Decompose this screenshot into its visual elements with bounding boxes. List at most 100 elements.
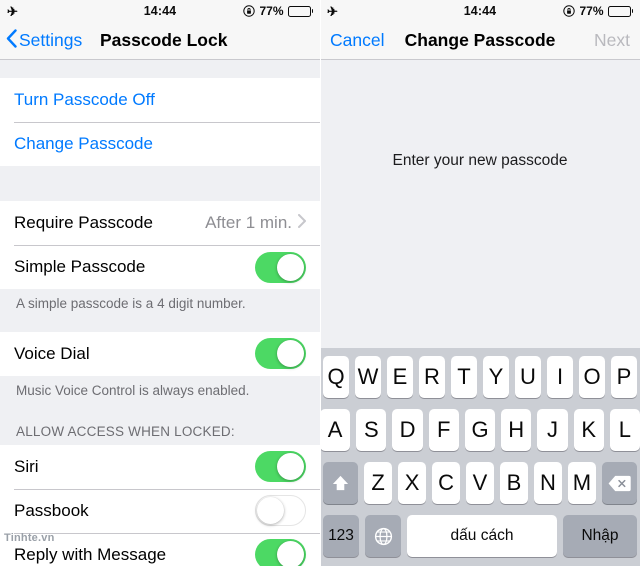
status-bar-right-group: 77% <box>243 4 313 18</box>
toggle-knob <box>277 541 304 566</box>
keyboard-row-4: 123 dấu cách Nhập <box>320 515 640 557</box>
footer-simple-passcode: A simple passcode is a 4 digit number. <box>0 289 320 317</box>
battery-icon <box>287 5 313 17</box>
row-turn-passcode-off[interactable]: Turn Passcode Off <box>0 78 320 122</box>
key-o[interactable]: O <box>579 356 605 398</box>
list-gap-1 <box>0 166 320 201</box>
key-l[interactable]: L <box>609 409 640 451</box>
globe-language-icon <box>374 527 393 546</box>
toggle-knob <box>257 497 284 525</box>
key-b[interactable]: B <box>499 462 528 504</box>
nav-bar-right: Cancel Change Passcode Next <box>320 22 640 60</box>
key-a[interactable]: A <box>320 409 351 451</box>
group-passcode-options: Require Passcode After 1 min. Simple Pas… <box>0 201 320 289</box>
row-siri: Siri <box>0 444 320 489</box>
toggle-simple-passcode[interactable] <box>255 251 306 283</box>
key-j[interactable]: J <box>537 409 568 451</box>
nav-bar-left: Settings Passcode Lock <box>0 22 320 60</box>
key-u[interactable]: U <box>515 356 541 398</box>
status-bar-left: ✈ 14:44 77% <box>0 0 320 22</box>
onscreen-keyboard: Q W E R T Y U I O P A S D F G H J K L Z … <box>320 348 640 566</box>
toggle-passbook[interactable] <box>255 495 306 527</box>
right-phone-change-passcode-screen: ✈ 14:44 77% Cancel Change Passcode Next … <box>320 0 640 566</box>
key-i[interactable]: I <box>547 356 573 398</box>
keyboard-row-1: Q W E R T Y U I O P <box>320 356 640 398</box>
row-label: Require Passcode <box>14 213 153 232</box>
back-button-label: Settings <box>19 30 83 50</box>
footer-voice-dial: Music Voice Control is always enabled. <box>0 375 320 404</box>
toggle-knob <box>277 453 304 481</box>
chevron-left-icon <box>6 28 17 53</box>
key-s[interactable]: S <box>356 409 387 451</box>
toggle-reply-with-message[interactable] <box>255 539 306 566</box>
shift-key[interactable] <box>323 462 359 504</box>
key-y[interactable]: Y <box>483 356 509 398</box>
row-simple-passcode: Simple Passcode <box>0 245 320 289</box>
dual-phone-screenshot: ✈ 14:44 77% Settings Passcode Lock Turn … <box>0 0 640 566</box>
key-w[interactable]: W <box>355 356 381 398</box>
phone-divider <box>320 0 321 566</box>
battery-percent-label: 77% <box>579 4 604 18</box>
toggle-siri[interactable] <box>255 451 306 483</box>
left-phone-passcode-lock-screen: ✈ 14:44 77% Settings Passcode Lock Turn … <box>0 0 320 566</box>
key-q[interactable]: Q <box>323 356 349 398</box>
group-allow-access: Siri Passbook Reply with Message <box>0 444 320 566</box>
key-z[interactable]: Z <box>364 462 393 504</box>
globe-key[interactable] <box>365 515 401 557</box>
space-key[interactable]: dấu cách <box>407 515 557 557</box>
key-t[interactable]: T <box>451 356 477 398</box>
row-change-passcode[interactable]: Change Passcode <box>0 122 320 166</box>
group-passcode-actions: Turn Passcode Off Change Passcode <box>0 78 320 166</box>
key-f[interactable]: F <box>428 409 459 451</box>
toggle-knob <box>277 253 304 281</box>
group-voice-dial: Voice Dial <box>0 331 320 376</box>
row-voice-dial: Voice Dial <box>0 331 320 376</box>
row-label: Voice Dial <box>14 343 90 363</box>
rotation-lock-icon <box>243 5 256 17</box>
row-label: Passbook <box>14 500 89 520</box>
keyboard-row-3: Z X C V B N M <box>320 462 640 504</box>
row-label: Reply with Message <box>14 544 167 564</box>
key-x[interactable]: X <box>398 462 427 504</box>
enter-key[interactable]: Nhập <box>563 515 637 557</box>
key-h[interactable]: H <box>501 409 532 451</box>
row-label: Simple Passcode <box>14 257 146 276</box>
rotation-lock-icon <box>563 5 576 17</box>
row-require-passcode[interactable]: Require Passcode After 1 min. <box>0 201 320 245</box>
row-reply-with-message: Reply with Message <box>0 532 320 566</box>
key-n[interactable]: N <box>533 462 562 504</box>
toggle-voice-dial[interactable] <box>255 338 306 370</box>
key-e[interactable]: E <box>387 356 413 398</box>
row-passbook: Passbook <box>0 488 320 533</box>
cancel-button[interactable]: Cancel <box>320 30 384 51</box>
keyboard-row-2: A S D F G H J K L <box>320 409 640 451</box>
key-m[interactable]: M <box>567 462 596 504</box>
passcode-entry-area: Enter your new passcode <box>320 60 640 348</box>
status-bar-right: ✈ 14:44 77% <box>320 0 640 22</box>
passcode-prompt-label: Enter your new passcode <box>392 152 568 169</box>
battery-percent-label: 77% <box>259 4 284 18</box>
back-button-settings[interactable]: Settings <box>0 28 83 53</box>
row-value-label: After 1 min. <box>205 213 292 232</box>
status-bar-right-group: 77% <box>563 4 633 18</box>
key-p[interactable]: P <box>611 356 637 398</box>
key-c[interactable]: C <box>432 462 461 504</box>
key-v[interactable]: V <box>466 462 494 504</box>
delete-key[interactable] <box>601 462 638 504</box>
list-gap-2 <box>0 316 320 332</box>
chevron-right-icon <box>298 213 306 233</box>
key-k[interactable]: K <box>573 409 604 451</box>
row-label: Change Passcode <box>14 134 153 153</box>
list-top-gap <box>0 60 320 78</box>
key-r[interactable]: R <box>419 356 445 398</box>
toggle-knob <box>277 340 304 368</box>
row-value-group: After 1 min. <box>205 213 306 233</box>
numbers-key[interactable]: 123 <box>323 515 359 557</box>
backspace-delete-icon <box>607 474 632 493</box>
next-button[interactable]: Next <box>594 30 640 51</box>
shift-up-arrow-icon <box>331 474 350 493</box>
key-g[interactable]: G <box>464 409 496 451</box>
key-d[interactable]: D <box>392 409 423 451</box>
row-label: Turn Passcode Off <box>14 90 155 109</box>
section-header-allow-access: ALLOW ACCESS WHEN LOCKED: <box>0 403 320 445</box>
